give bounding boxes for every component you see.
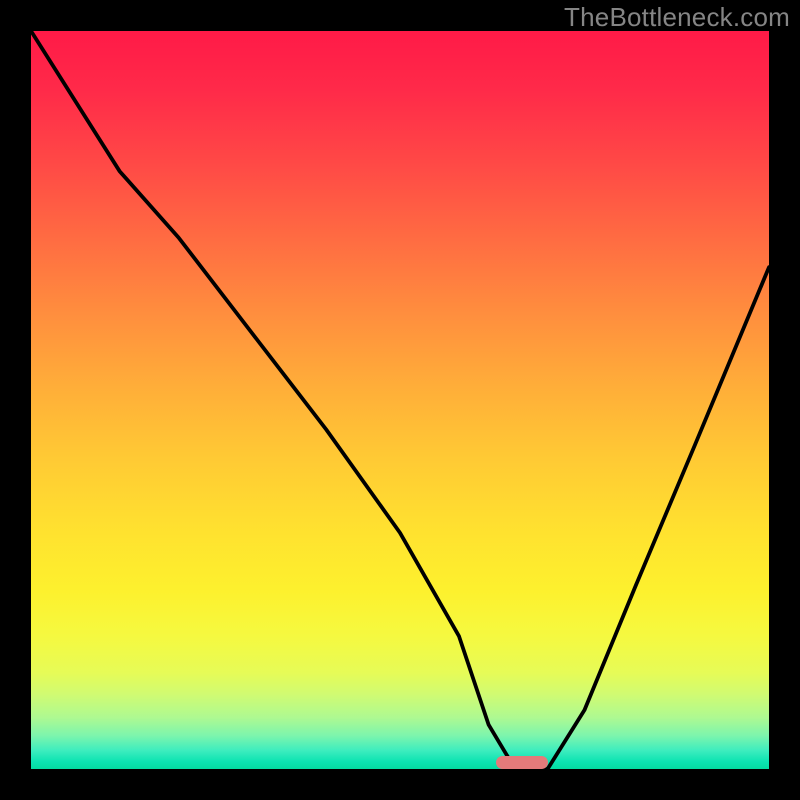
optimal-marker [496,756,548,769]
bottleneck-curve [31,31,769,769]
plot-area [31,31,769,769]
chart-container: TheBottleneck.com [0,0,800,800]
watermark-text: TheBottleneck.com [564,2,790,33]
